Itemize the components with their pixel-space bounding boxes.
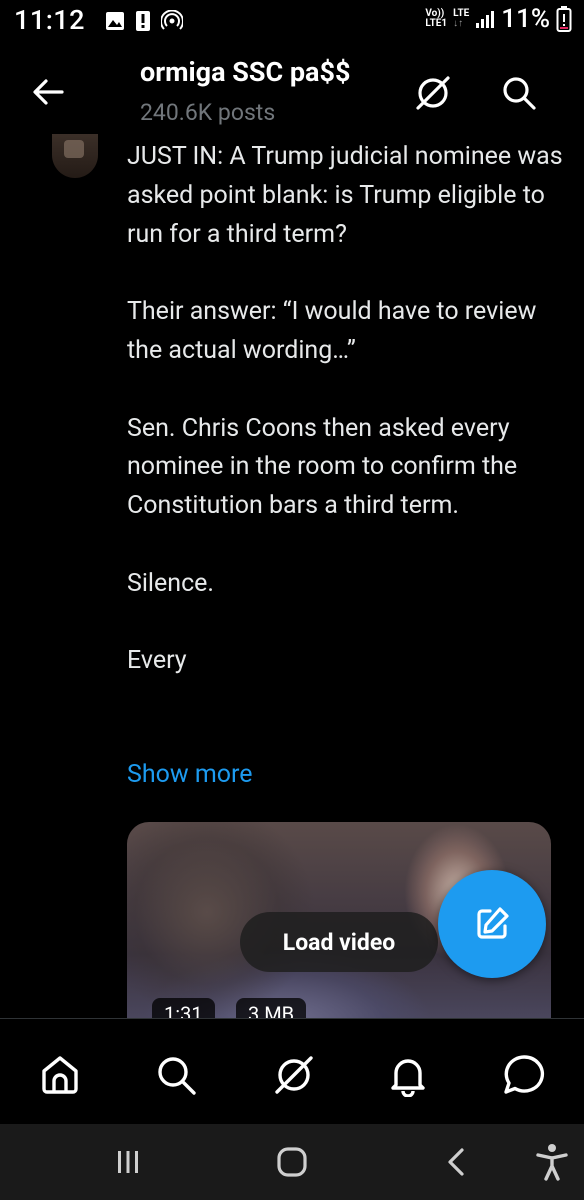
battery-icon [556,6,572,32]
carrier-lte1: LTE1 [425,18,448,29]
alert-icon [136,11,150,31]
chevron-left-icon [448,1148,464,1176]
search-icon [503,77,536,110]
grok-button[interactable] [410,70,456,116]
status-time: 11:12 [14,4,86,36]
gallery-icon [106,12,124,30]
back-button[interactable] [28,72,68,112]
header-title: ormiga SSC pa$$ [140,56,351,88]
nav-home[interactable] [34,1049,86,1101]
top-header: ormiga SSC pa$$ 240.6K posts [0,44,584,134]
status-bar: 11:12 Vo)) LTE1 LTE ↓↑ 11% [0,0,584,44]
hotspot-icon [161,10,183,30]
header-post-count: 240.6K posts [140,99,276,126]
show-more-link[interactable]: Show more [127,760,253,789]
post-text: JUST IN: A Trump judicial nominee was as… [127,142,563,676]
grok-icon [416,76,450,110]
accessibility-button[interactable] [526,1138,578,1186]
home-system-button[interactable] [266,1138,318,1186]
nav-messages[interactable] [498,1049,550,1101]
bottom-navigation [0,1018,584,1124]
home-square-icon [277,1147,307,1177]
load-video-button[interactable]: Load video [240,912,438,972]
data-arrows: ↓↑ [453,18,464,29]
chat-bubble-icon [504,1055,545,1094]
recent-apps-icon [118,1151,138,1173]
battery-percent: 11% [501,4,550,34]
nav-grok[interactable] [268,1049,320,1101]
search-icon [158,1057,196,1095]
nav-notifications[interactable] [382,1049,434,1101]
bell-icon [391,1059,425,1097]
system-navigation-bar [0,1124,584,1200]
signal-icon [476,11,495,28]
compose-icon [477,907,509,939]
author-avatar[interactable] [52,134,98,178]
recent-apps-button[interactable] [102,1138,154,1186]
home-icon [42,1056,78,1094]
nav-search[interactable] [150,1049,202,1101]
arrow-left-icon [33,79,64,105]
accessibility-icon [536,1144,568,1181]
compose-button[interactable] [438,870,546,978]
header-search-button[interactable] [496,70,542,116]
back-system-button[interactable] [430,1138,482,1186]
grok-icon [275,1056,313,1094]
